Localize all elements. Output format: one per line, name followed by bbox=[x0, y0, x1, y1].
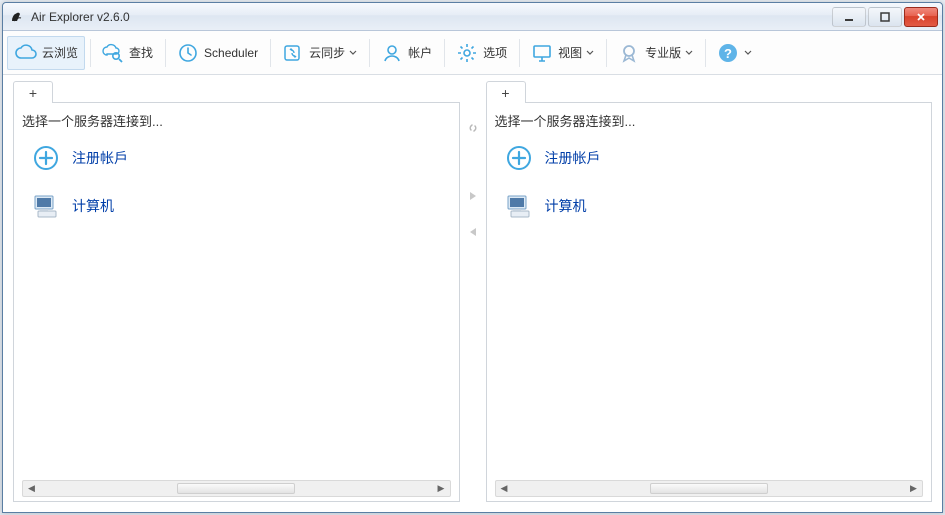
right-pane: + 选择一个服务器连接到... 注册帐戶计算机 ◀ ▶ bbox=[486, 81, 933, 502]
help-icon: ? bbox=[716, 41, 740, 65]
computer-icon bbox=[30, 190, 62, 222]
toolbar-label: 帐户 bbox=[408, 44, 432, 61]
left-pane: + 选择一个服务器连接到... 注册帐戶计算机 ◀ ▶ bbox=[13, 81, 460, 502]
toolbar-label: 专业版 bbox=[645, 44, 681, 61]
scroll-right-button[interactable]: ▶ bbox=[433, 481, 450, 496]
toolbar-label: 云同步 bbox=[309, 44, 345, 61]
new-tab-button[interactable]: + bbox=[13, 81, 53, 103]
scroll-thumb[interactable] bbox=[177, 483, 295, 494]
sync-icon bbox=[281, 41, 305, 65]
toolbar-sync-button[interactable]: 云同步 bbox=[274, 36, 364, 70]
link-icon[interactable] bbox=[464, 119, 482, 137]
connection-prompt: 选择一个服务器连接到... bbox=[22, 109, 451, 136]
tab-strip: + bbox=[13, 81, 460, 103]
toolbar-separator bbox=[165, 39, 166, 67]
chevron-down-icon bbox=[685, 49, 693, 57]
clock-icon bbox=[176, 41, 200, 65]
connection-entry[interactable]: 注册帐戶 bbox=[22, 136, 451, 184]
toolbar-label: 云浏览 bbox=[42, 44, 78, 61]
gear-icon bbox=[455, 41, 479, 65]
maximize-button[interactable] bbox=[868, 7, 902, 27]
scroll-track[interactable] bbox=[513, 481, 906, 496]
toolbar-label: 选项 bbox=[483, 44, 507, 61]
user-icon bbox=[380, 41, 404, 65]
chevron-down-icon bbox=[586, 49, 594, 57]
toolbar-scheduler-button[interactable]: Scheduler bbox=[169, 36, 265, 70]
toolbar-separator bbox=[444, 39, 445, 67]
entry-label: 注册帐戶 bbox=[545, 148, 601, 168]
toolbar-label: 查找 bbox=[129, 44, 153, 61]
minimize-button[interactable] bbox=[832, 7, 866, 27]
scroll-left-button[interactable]: ◀ bbox=[23, 481, 40, 496]
window-controls bbox=[832, 7, 938, 27]
connection-entry[interactable]: 计算机 bbox=[495, 184, 924, 232]
new-tab-button[interactable]: + bbox=[486, 81, 526, 103]
transfer-controls bbox=[460, 81, 486, 502]
toolbar-options-button[interactable]: 选项 bbox=[448, 36, 514, 70]
entry-list: 注册帐戶计算机 bbox=[495, 136, 924, 476]
connection-entry[interactable]: 计算机 bbox=[22, 184, 451, 232]
toolbar-search-button[interactable]: 查找 bbox=[94, 36, 160, 70]
plus-circle-icon bbox=[503, 142, 535, 174]
window-title: Air Explorer v2.6.0 bbox=[31, 10, 832, 24]
chevron-down-icon bbox=[349, 49, 357, 57]
toolbar-separator bbox=[90, 39, 91, 67]
toolbar-accounts-button[interactable]: 帐户 bbox=[373, 36, 439, 70]
toolbar: 云浏览 查找 Scheduler 云同步 帐户 选项 视图 专业版? bbox=[3, 31, 942, 75]
transfer-left-icon[interactable] bbox=[464, 223, 482, 241]
pane-body: 选择一个服务器连接到... 注册帐戶计算机 ◀ ▶ bbox=[486, 102, 933, 502]
scroll-left-button[interactable]: ◀ bbox=[496, 481, 513, 496]
connection-entry[interactable]: 注册帐戶 bbox=[495, 136, 924, 184]
entry-label: 计算机 bbox=[72, 196, 114, 216]
app-icon bbox=[9, 9, 25, 25]
horizontal-scrollbar[interactable]: ◀ ▶ bbox=[495, 480, 924, 497]
svg-text:?: ? bbox=[724, 46, 732, 61]
toolbar-separator bbox=[270, 39, 271, 67]
connection-prompt: 选择一个服务器连接到... bbox=[495, 109, 924, 136]
app-window: Air Explorer v2.6.0 云浏览查找Scheduler云同步帐户选… bbox=[2, 2, 943, 513]
toolbar-separator bbox=[606, 39, 607, 67]
chevron-down-icon bbox=[744, 49, 752, 57]
toolbar-label: Scheduler bbox=[204, 46, 258, 60]
pane-body: 选择一个服务器连接到... 注册帐戶计算机 ◀ ▶ bbox=[13, 102, 460, 502]
cloud-search-icon bbox=[101, 41, 125, 65]
tab-strip: + bbox=[486, 81, 933, 103]
toolbar-browse-button[interactable]: 云浏览 bbox=[7, 36, 85, 70]
plus-circle-icon bbox=[30, 142, 62, 174]
close-button[interactable] bbox=[904, 7, 938, 27]
scroll-thumb[interactable] bbox=[650, 483, 768, 494]
entry-label: 计算机 bbox=[545, 196, 587, 216]
toolbar-separator bbox=[705, 39, 706, 67]
entry-label: 注册帐戶 bbox=[72, 148, 128, 168]
horizontal-scrollbar[interactable]: ◀ ▶ bbox=[22, 480, 451, 497]
toolbar-pro-button[interactable]: 专业版 bbox=[610, 36, 700, 70]
toolbar-help-button[interactable]: ? bbox=[709, 36, 759, 70]
content-area: + 选择一个服务器连接到... 注册帐戶计算机 ◀ ▶ bbox=[3, 75, 942, 512]
cloud-outline-icon bbox=[14, 41, 38, 65]
titlebar[interactable]: Air Explorer v2.6.0 bbox=[3, 3, 942, 31]
badge-icon bbox=[617, 41, 641, 65]
transfer-right-icon[interactable] bbox=[464, 187, 482, 205]
toolbar-label: 视图 bbox=[558, 44, 582, 61]
toolbar-view-button[interactable]: 视图 bbox=[523, 36, 601, 70]
scroll-track[interactable] bbox=[40, 481, 433, 496]
toolbar-separator bbox=[519, 39, 520, 67]
scroll-right-button[interactable]: ▶ bbox=[905, 481, 922, 496]
computer-icon bbox=[503, 190, 535, 222]
toolbar-separator bbox=[369, 39, 370, 67]
entry-list: 注册帐戶计算机 bbox=[22, 136, 451, 476]
monitor-icon bbox=[530, 41, 554, 65]
